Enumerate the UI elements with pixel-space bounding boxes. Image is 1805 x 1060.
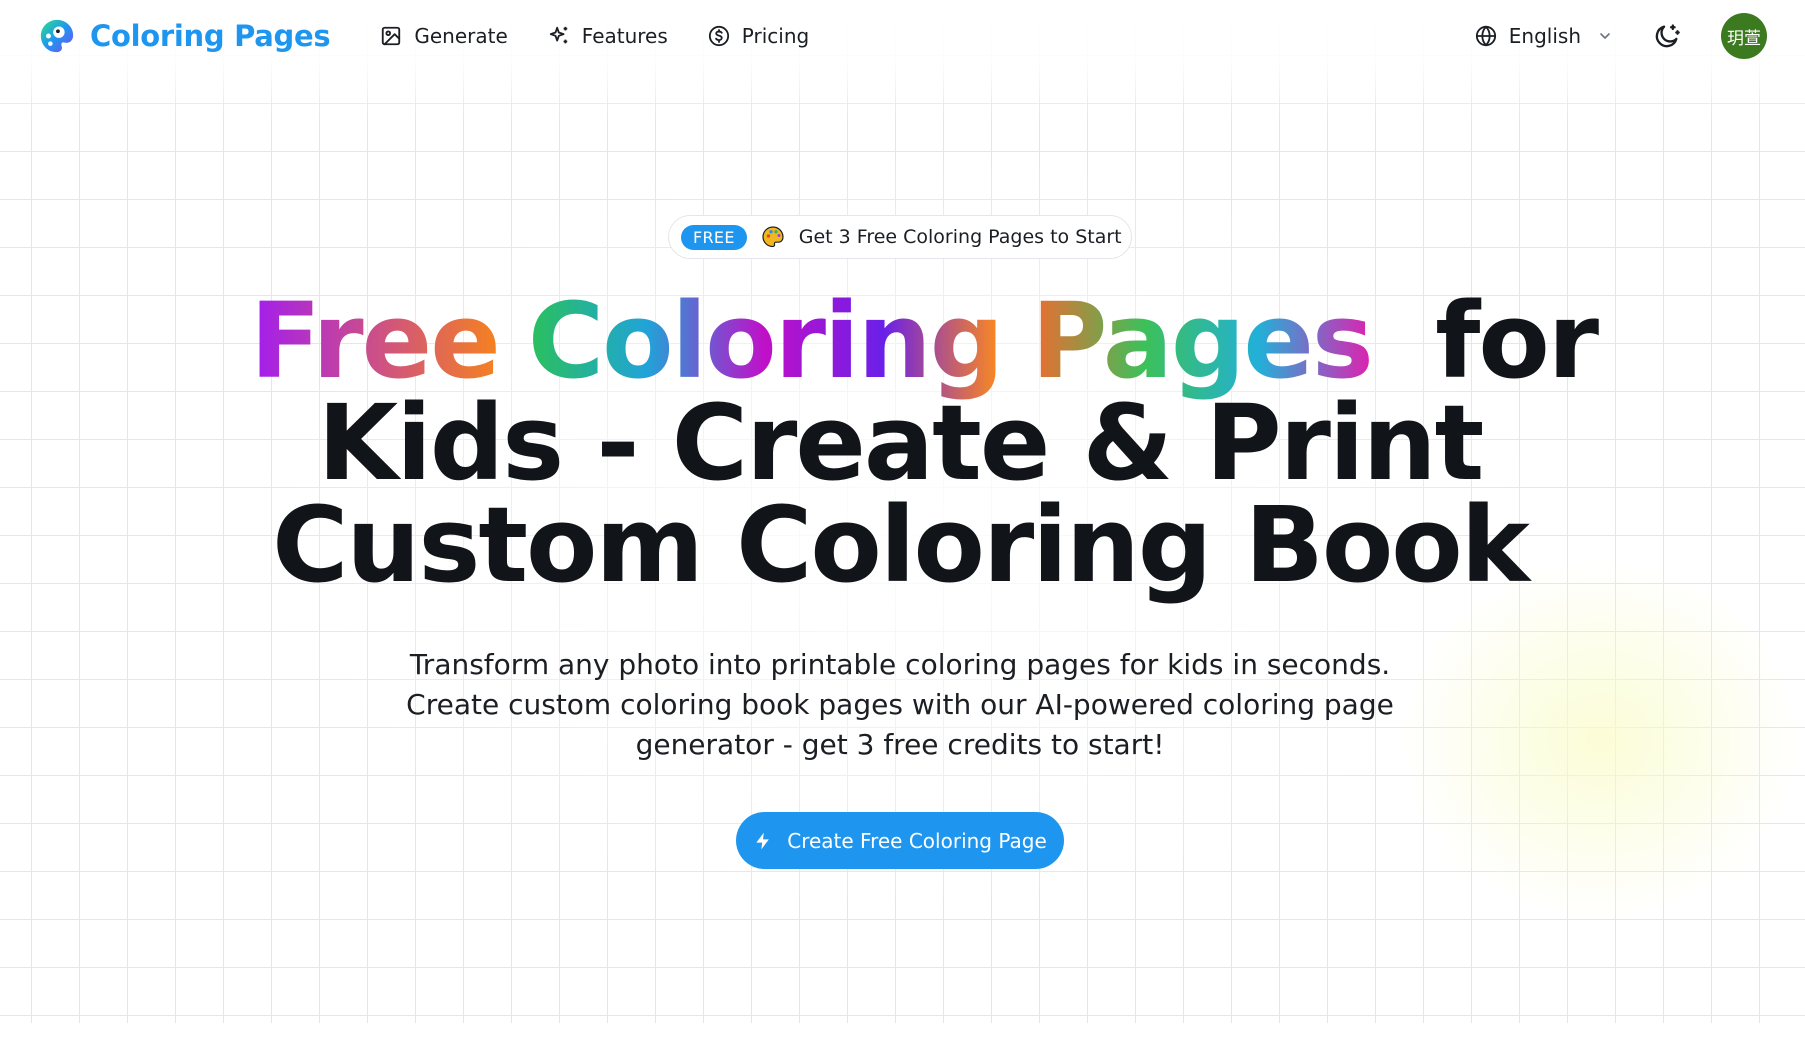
palette-icon (762, 226, 784, 248)
create-free-coloring-page-button[interactable]: Create Free Coloring Page (736, 812, 1064, 869)
nav-pricing-label: Pricing (741, 24, 810, 48)
nav-generate[interactable]: Generate (380, 24, 508, 48)
free-tag: FREE (681, 224, 747, 250)
globe-icon (1475, 25, 1496, 47)
language-label: English (1508, 24, 1581, 48)
background-glow (1400, 560, 1800, 920)
chevron-down-icon (1600, 33, 1610, 39)
badge-text: Get 3 Free Coloring Pages to Start (798, 226, 1122, 248)
user-avatar[interactable]: 玥萱 (1721, 13, 1767, 59)
hero-title-line-3: Custom Coloring Book (272, 484, 1530, 606)
free-credits-badge[interactable]: FREE Get 3 Free Coloring Pages to Start (668, 215, 1132, 259)
palette-logo-icon (40, 19, 74, 53)
lightning-icon (756, 832, 770, 849)
moon-icon[interactable] (1653, 22, 1681, 50)
nav-features[interactable]: Features (548, 24, 668, 48)
nav-features-label: Features (581, 24, 668, 48)
hero-title-line-2: Kids - Create & Print (317, 382, 1485, 504)
brand-link[interactable]: Coloring Pages (38, 17, 331, 55)
top-navbar: Coloring Pages Generate Features Pricing (0, 0, 1805, 72)
nav-pricing[interactable]: Pricing (708, 24, 809, 48)
cta-label: Create Free Coloring Page (787, 828, 1047, 853)
hero-title: Free Coloring Pages for Kids - Create & Pr… (250, 289, 1599, 606)
sparkles-icon (549, 26, 568, 44)
hero-title-line-1: Free Coloring Pages for (250, 289, 1599, 393)
language-select[interactable]: English (1475, 24, 1613, 48)
hero-subtitle: Transform any photo into printable color… (406, 648, 1394, 761)
main-nav: Generate Features Pricing (380, 24, 809, 48)
nav-generate-label: Generate (414, 24, 508, 48)
nav-right: English 玥萱 (1475, 13, 1767, 59)
dollar-circle-icon (708, 25, 729, 47)
brand-name: Coloring Pages (90, 19, 331, 53)
page-bottom-edge (0, 1023, 1805, 1060)
image-icon (382, 26, 401, 46)
